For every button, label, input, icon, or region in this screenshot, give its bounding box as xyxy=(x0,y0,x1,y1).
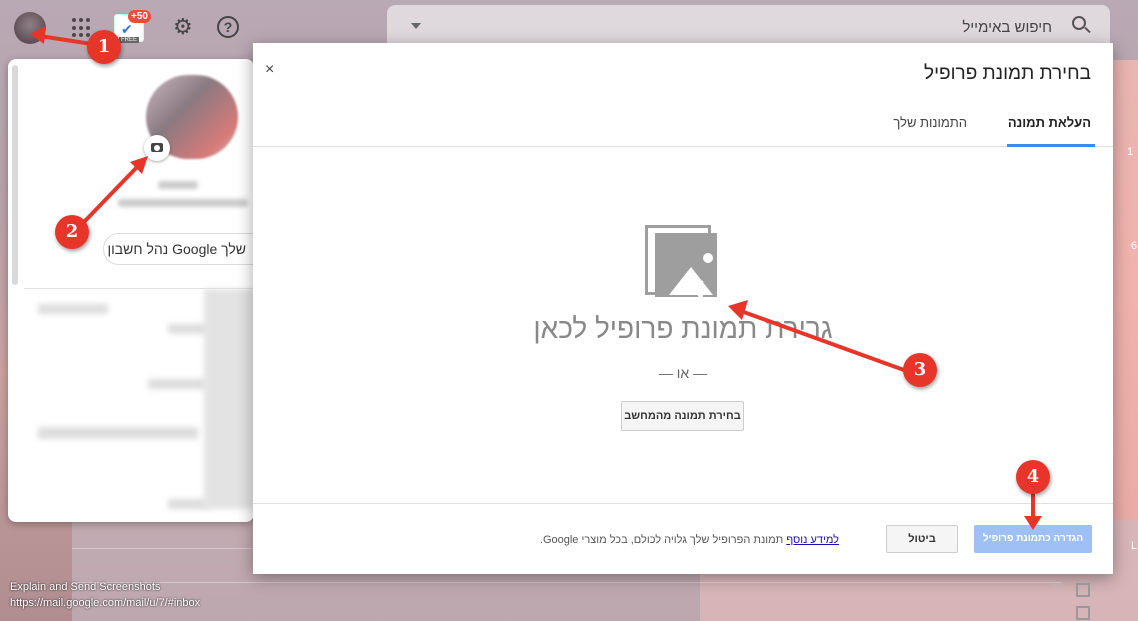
arrow-1 xyxy=(38,34,94,46)
annotation-marker-1: 1 xyxy=(87,30,121,64)
status-url: https://mail.google.com/mail/u/7/#inbox xyxy=(10,597,201,609)
arrowhead-3 xyxy=(728,300,748,320)
extension-overlay-title: Explain and Send Screenshots xyxy=(10,581,161,593)
annotation-arrows xyxy=(30,26,1042,530)
annotation-marker-3: 3 xyxy=(903,353,937,387)
arrowhead-1 xyxy=(30,26,46,44)
arrow-3 xyxy=(736,308,906,372)
arrow-2 xyxy=(82,162,142,224)
annotation-marker-2: 2 xyxy=(55,215,89,249)
arrowhead-4 xyxy=(1024,516,1042,530)
annotation-marker-4: 4 xyxy=(1016,460,1050,494)
